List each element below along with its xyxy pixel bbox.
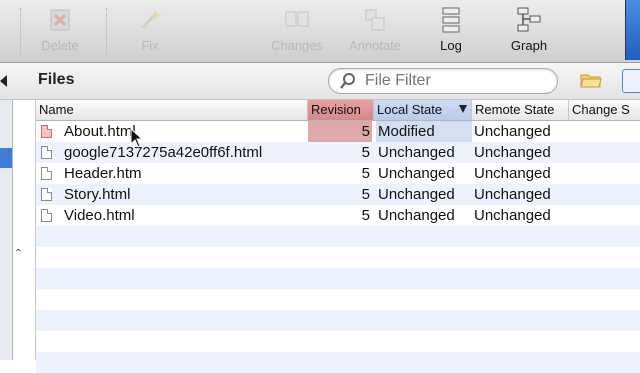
- file-local-state: Unchanged: [378, 144, 455, 161]
- table-row[interactable]: About.html 5 Modified Unchanged: [36, 121, 640, 142]
- empty-row: [36, 268, 640, 289]
- delete-button[interactable]: Delete: [30, 0, 90, 62]
- table-row[interactable]: Story.html 5 Unchanged Unchanged: [36, 184, 640, 205]
- column-header-change-set[interactable]: Change S: [569, 100, 640, 120]
- caret-up-icon[interactable]: ˆ: [16, 246, 21, 262]
- toolbar-edge-button[interactable]: [625, 0, 640, 60]
- file-remote-state: Unchanged: [474, 123, 551, 140]
- file-filter-field[interactable]: [328, 68, 558, 94]
- file-local-state: Unchanged: [378, 186, 455, 203]
- mouse-cursor-icon: [130, 128, 144, 148]
- annotate-button[interactable]: Annotate: [340, 0, 410, 62]
- sidebar-selected-item[interactable]: [0, 148, 12, 168]
- table-row[interactable]: google7137275a42e0ff6f.html 5 Unchanged …: [36, 142, 640, 163]
- column-header-local-state-label: Local State: [377, 102, 443, 117]
- file-remote-state: Unchanged: [474, 165, 551, 182]
- changes-icon: [285, 11, 309, 27]
- file-name: About.html: [64, 123, 136, 140]
- page-title: Files: [38, 71, 75, 88]
- files-header-bar: Files: [0, 63, 640, 100]
- file-revision: 5: [361, 207, 370, 224]
- toolbar-separator: [20, 8, 21, 54]
- changes-label: Changes: [270, 38, 324, 53]
- graph-button[interactable]: Graph: [500, 0, 558, 62]
- fix-button[interactable]: Fix: [120, 0, 180, 62]
- file-revision: 5: [361, 165, 370, 182]
- file-name: Header.htm: [64, 165, 142, 182]
- file-name: Story.html: [64, 186, 131, 203]
- file-remote-state: Unchanged: [474, 144, 551, 161]
- view-toggle-button[interactable]: [622, 69, 640, 93]
- toolbar-separator: [106, 8, 107, 54]
- collapse-arrow-icon[interactable]: [0, 75, 7, 87]
- file-remote-state: Unchanged: [474, 186, 551, 203]
- file-icon: [39, 142, 53, 163]
- sidebar: [0, 100, 13, 360]
- file-revision: 5: [361, 144, 370, 161]
- sidebar-gap: [13, 100, 35, 360]
- file-revision: 5: [361, 123, 370, 140]
- table-row[interactable]: Header.htm 5 Unchanged Unchanged: [36, 163, 640, 184]
- file-icon: [39, 163, 53, 184]
- table-row[interactable]: Video.html 5 Unchanged Unchanged: [36, 205, 640, 226]
- annotate-icon: [365, 9, 385, 31]
- file-icon: [39, 184, 53, 205]
- empty-row: [36, 226, 640, 247]
- toolbar-partial-button[interactable]: t: [0, 0, 14, 62]
- file-icon: [39, 205, 53, 226]
- empty-row: [36, 352, 640, 373]
- column-header-revision[interactable]: Revision: [308, 100, 374, 120]
- fix-wand-icon: [141, 10, 161, 29]
- log-button[interactable]: Log: [426, 0, 476, 62]
- empty-row: [36, 310, 640, 331]
- toolbar: t Delete Fix Changes Annotate: [0, 0, 640, 63]
- file-remote-state: Unchanged: [474, 207, 551, 224]
- changes-button[interactable]: Changes: [262, 0, 332, 62]
- graph-icon: [517, 7, 541, 32]
- folder-icon[interactable]: [580, 71, 602, 89]
- file-filter-input[interactable]: [363, 71, 547, 91]
- toolbar-partial-label: t: [0, 38, 14, 53]
- file-local-state: Unchanged: [378, 165, 455, 182]
- files-table: Name Revision Local State Remote State C…: [35, 100, 640, 373]
- sort-descending-icon: [459, 105, 467, 113]
- table-header: Name Revision Local State Remote State C…: [36, 100, 640, 121]
- file-local-state: Unchanged: [378, 207, 455, 224]
- graph-label: Graph: [510, 38, 548, 53]
- fix-label: Fix: [141, 38, 159, 53]
- column-header-local-state[interactable]: Local State: [374, 100, 472, 120]
- file-local-state: Modified: [378, 123, 435, 140]
- column-header-name[interactable]: Name: [36, 100, 308, 120]
- modified-file-icon: [39, 121, 53, 142]
- delete-icon: [50, 9, 70, 31]
- file-name: Video.html: [64, 207, 135, 224]
- file-revision: 5: [361, 186, 370, 203]
- log-label: Log: [440, 38, 462, 53]
- log-icon: [442, 7, 460, 33]
- delete-label: Delete: [41, 38, 79, 53]
- file-name: google7137275a42e0ff6f.html: [64, 144, 263, 161]
- search-icon: [340, 73, 355, 89]
- column-header-remote-state[interactable]: Remote State: [472, 100, 569, 120]
- annotate-label: Annotate: [348, 38, 402, 53]
